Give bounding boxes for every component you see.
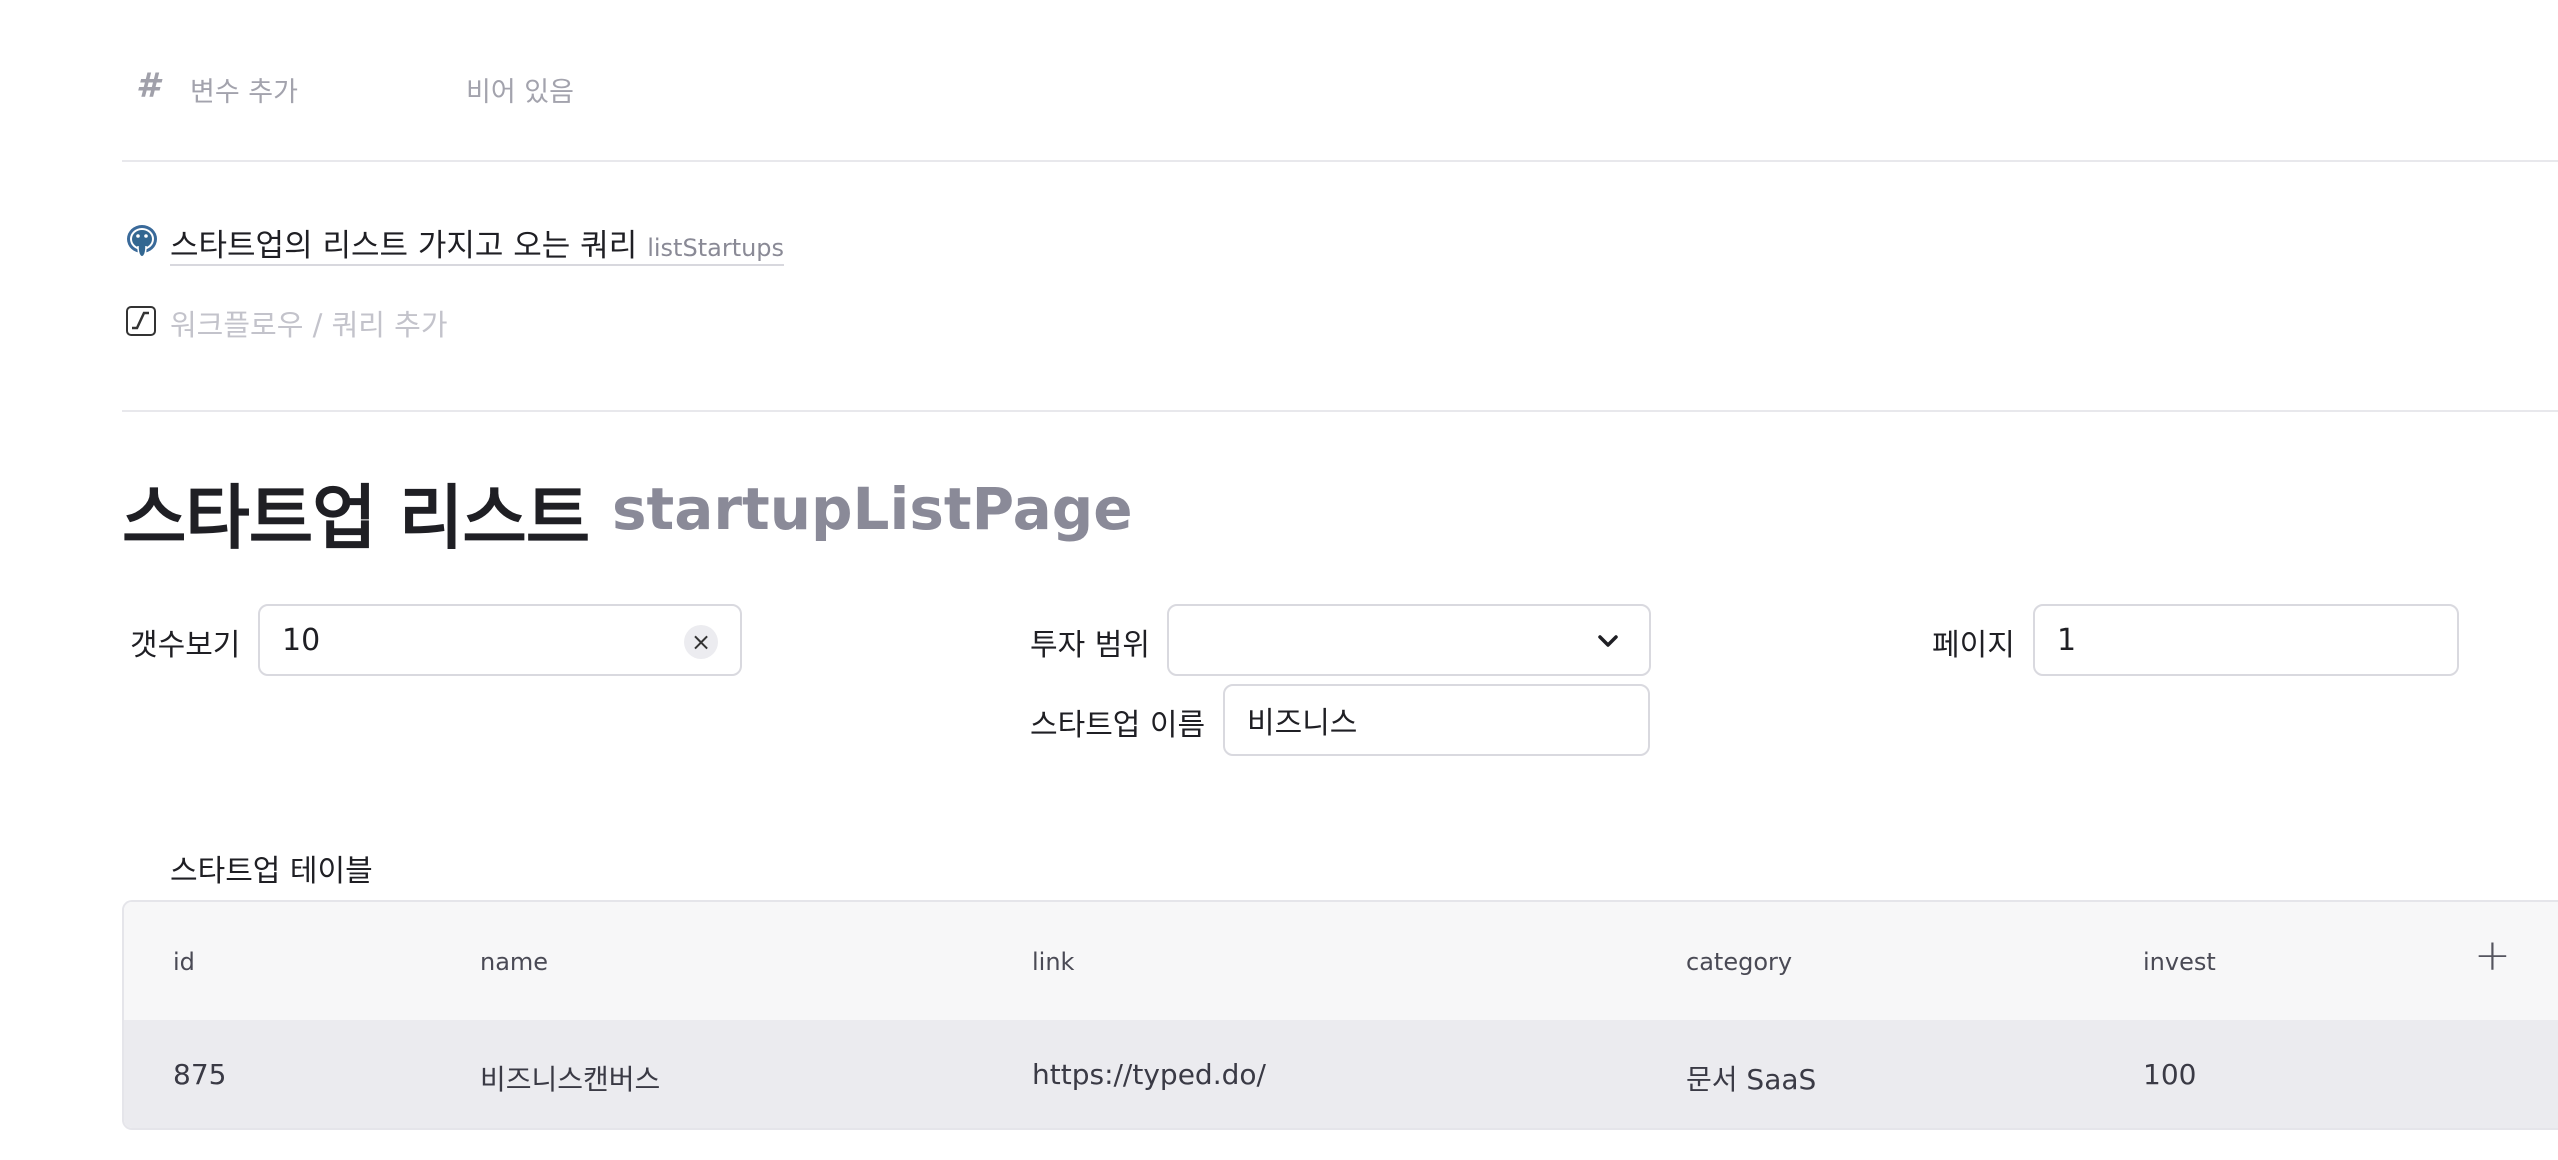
count-value: 10 (282, 622, 321, 658)
count-input[interactable]: 10 × (258, 604, 742, 676)
add-workflow-button[interactable]: 워크플로우 / 쿼리 추가 (170, 302, 448, 344)
add-variable-button[interactable]: 변수 추가 (190, 70, 298, 109)
cell-link: https://typed.do/ (1032, 1058, 1266, 1091)
chevron-down-icon (1598, 635, 1618, 647)
page-input[interactable]: 1 (2033, 604, 2459, 676)
column-header-name[interactable]: name (480, 948, 548, 976)
column-header-id[interactable]: id (173, 948, 195, 976)
query-title: 스타트업의 리스트 가지고 오는 쿼리 (170, 228, 638, 264)
hash-icon: # (136, 66, 160, 106)
page-title: 스타트업 리스트 (122, 477, 590, 559)
workflow-icon (126, 306, 156, 336)
clear-icon[interactable]: × (684, 625, 718, 659)
column-header-link[interactable]: link (1032, 948, 1074, 976)
table-header: id name link category invest + (124, 902, 2558, 1020)
page-label: 페이지 (1932, 628, 2015, 663)
divider (122, 160, 2558, 162)
table-row[interactable]: 875 비즈니스캔버스 https://typed.do/ 문서 SaaS 10… (124, 1020, 2558, 1128)
page-value: 1 (2057, 622, 2077, 658)
column-header-category[interactable]: category (1686, 948, 1792, 976)
divider (122, 410, 2558, 412)
add-column-button[interactable]: + (2474, 930, 2511, 981)
cell-category: 문서 SaaS (1686, 1063, 1817, 1096)
startup-name-input[interactable]: 비즈니스 (1223, 684, 1650, 756)
table-label: 스타트업 테이블 (170, 854, 373, 889)
count-label: 갯수보기 (130, 628, 241, 663)
query-id: listStartups (647, 234, 785, 262)
invest-range-select[interactable] (1167, 604, 1651, 676)
startup-table: id name link category invest + 875 비즈니스캔… (122, 900, 2558, 1130)
cell-invest: 100 (2143, 1058, 2197, 1091)
cell-id: 875 (173, 1058, 227, 1091)
cell-name: 비즈니스캔버스 (480, 1063, 661, 1096)
invest-range-label: 투자 범위 (1030, 628, 1150, 663)
variables-empty-text: 비어 있음 (466, 77, 574, 108)
startup-name-label: 스타트업 이름 (1030, 708, 1206, 743)
query-link[interactable]: 스타트업의 리스트 가지고 오는 쿼리 listStartups (170, 218, 785, 266)
column-header-invest[interactable]: invest (2143, 948, 2216, 976)
startup-name-value: 비즈니스 (1247, 706, 1358, 741)
page-id: startupListPage (612, 475, 1133, 543)
postgres-elephant-icon (127, 225, 157, 258)
